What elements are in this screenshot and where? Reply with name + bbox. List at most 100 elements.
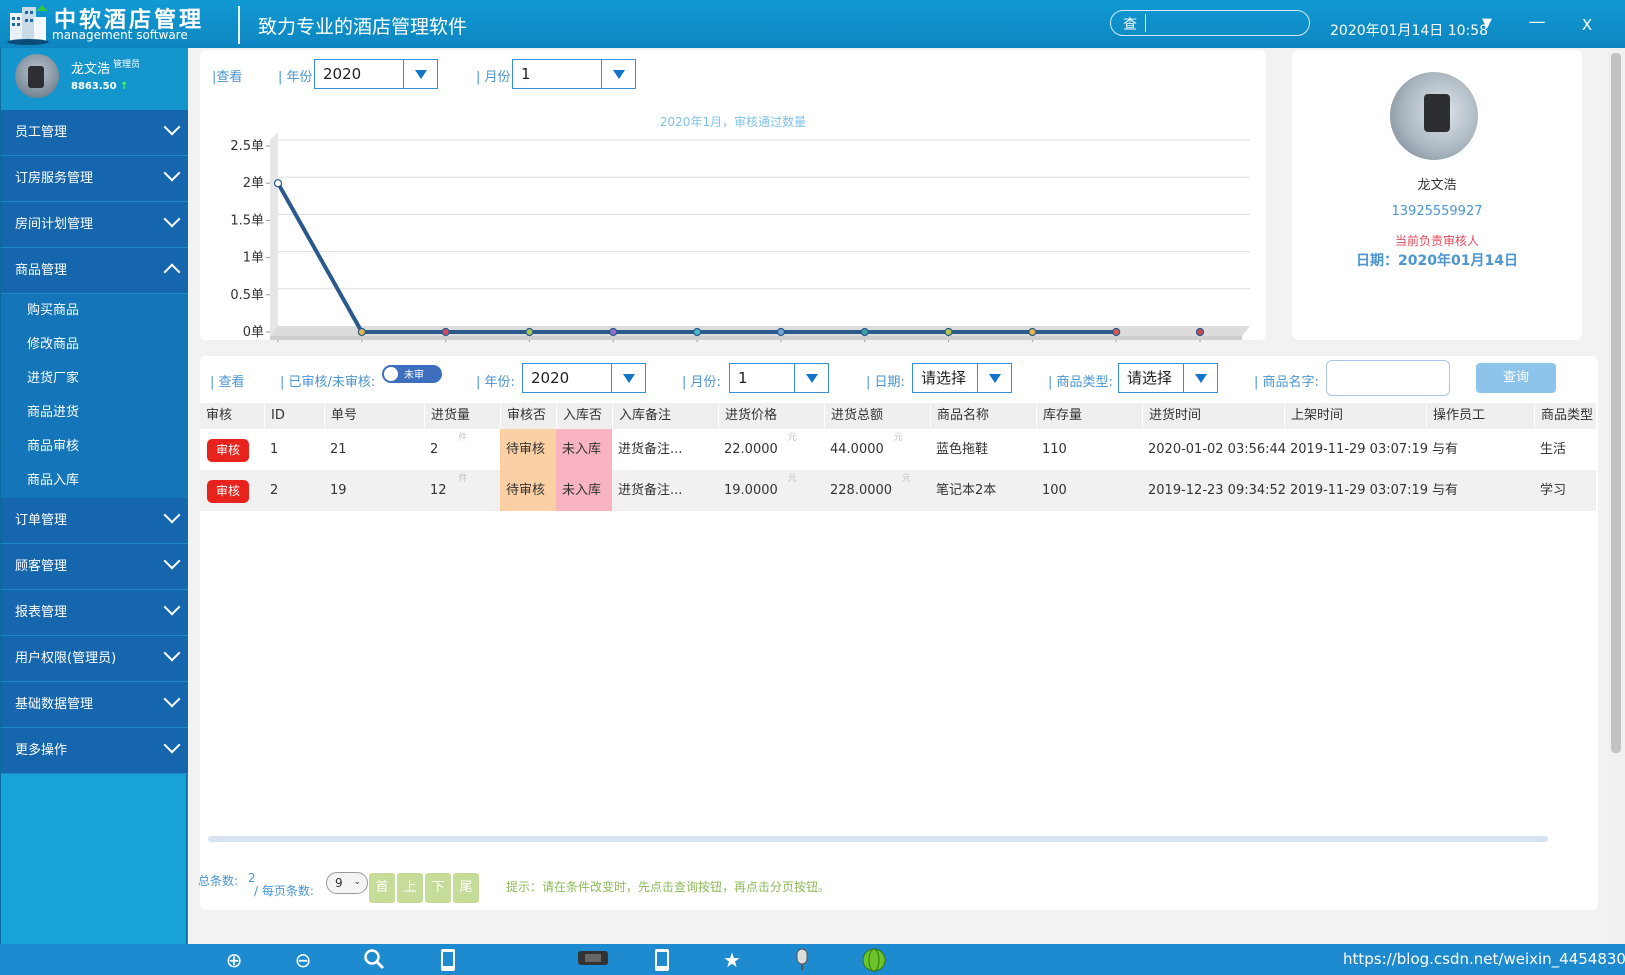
- query-button[interactable]: 查询: [1476, 363, 1556, 393]
- balance-up-icon: ↑: [120, 81, 129, 92]
- search-icon[interactable]: [362, 948, 386, 972]
- chevron-down-icon[interactable]: [1183, 364, 1217, 392]
- unit-label: 件: [458, 474, 468, 484]
- sidebar-item-label: 顾客管理: [15, 559, 68, 574]
- globe-icon[interactable]: [862, 948, 886, 972]
- col-header-operator[interactable]: 操作员工: [1426, 403, 1534, 429]
- col-header-total[interactable]: 进货总额: [824, 403, 930, 429]
- text-cursor: [1145, 14, 1146, 32]
- zoom-in-icon[interactable]: ⊕: [222, 948, 246, 972]
- first-page-button[interactable]: 首: [369, 873, 395, 903]
- table-horizontal-scrollbar[interactable]: [208, 836, 1548, 842]
- reviewer-note: 当前负责审核人: [1394, 234, 1479, 248]
- filter-month-select[interactable]: 1: [729, 363, 829, 393]
- chevron-down-icon[interactable]: [794, 364, 828, 392]
- table-row[interactable]: 审核 1 21 2件 待审核 未入库 进货备注... 22.0000元 44.0…: [200, 429, 1596, 470]
- filter-type-select[interactable]: 请选择: [1118, 363, 1218, 393]
- chart-year-select[interactable]: 2020: [314, 59, 438, 89]
- submenu-item-purchase[interactable]: 商品进货: [1, 396, 188, 430]
- sidebar-item-goods[interactable]: 商品管理: [1, 248, 188, 294]
- prev-page-button[interactable]: 上: [397, 873, 423, 903]
- avatar[interactable]: [15, 54, 59, 98]
- col-header-inventory[interactable]: 库存量: [1036, 403, 1142, 429]
- sidebar-item-label: 订房服务管理: [15, 171, 94, 186]
- table-row[interactable]: 审核 2 19 12 件 待审核 未入库 进货备注... 19.0000 元 228…: [200, 470, 1596, 511]
- per-page-select[interactable]: 9 ⌄: [326, 872, 368, 894]
- submenu-item-edit-goods[interactable]: 修改商品: [1, 328, 188, 362]
- close-button[interactable]: X: [1572, 16, 1602, 34]
- col-header-audited[interactable]: 审核否: [500, 403, 556, 429]
- data-point: [1112, 327, 1121, 337]
- goods-submenu: 购买商品 修改商品 进货厂家 商品进货 商品审核 商品入库: [1, 294, 188, 498]
- submenu-item-stock-in[interactable]: 商品入库: [1, 464, 188, 498]
- page-vertical-scrollbar[interactable]: [1608, 48, 1625, 944]
- chevron-down-icon[interactable]: [977, 364, 1011, 392]
- chevron-down-icon[interactable]: [403, 60, 437, 88]
- col-header-stocked[interactable]: 入库否: [556, 403, 612, 429]
- cell-purchase-time: 2020-01-02 03:56:44: [1148, 442, 1287, 457]
- chevron-down-icon[interactable]: [601, 60, 635, 88]
- sidebar-item-reports[interactable]: 报表管理: [1, 590, 188, 636]
- filter-date-label: | 日期:: [866, 375, 905, 390]
- sidebar-item-permissions[interactable]: 用户权限(管理员): [1, 636, 188, 682]
- next-page-button[interactable]: 下: [425, 873, 451, 903]
- cell-remark: 进货备注...: [618, 483, 683, 498]
- device-icon[interactable]: [576, 948, 610, 972]
- minimize-button[interactable]: —: [1522, 12, 1552, 32]
- goods-name-input[interactable]: [1326, 360, 1450, 396]
- table-header: 审核 ID 单号 进货量 审核否 入库否 入库备注 进货价格 进货总额 商品名称…: [200, 403, 1596, 429]
- sidebar-item-more[interactable]: 更多操作: [1, 728, 188, 774]
- sidebar-item-booking[interactable]: 订房服务管理: [1, 156, 188, 202]
- search-icon[interactable]: 查: [1123, 14, 1137, 34]
- unit-label: 元: [787, 474, 797, 484]
- col-header-goods-type[interactable]: 商品类型: [1534, 403, 1596, 429]
- header-search-field[interactable]: 查: [1110, 10, 1310, 36]
- chart-month-select[interactable]: 1: [512, 59, 636, 89]
- chart-year-value: 2020: [323, 65, 362, 83]
- chevron-down-icon: [163, 736, 181, 754]
- star-icon[interactable]: ★: [720, 948, 744, 972]
- submenu-item-buy-goods[interactable]: 购买商品: [1, 294, 188, 328]
- data-point: [273, 179, 283, 188]
- sidebar-item-staff[interactable]: 员工管理: [1, 110, 188, 156]
- col-header-order-no[interactable]: 单号: [324, 403, 424, 429]
- price-value: 22.0000: [724, 442, 778, 457]
- mobile-icon[interactable]: [650, 948, 674, 972]
- user-role: 管理员: [113, 60, 141, 70]
- sidebar-item-label: 用户权限(管理员): [15, 651, 117, 666]
- filter-date-select[interactable]: 请选择: [912, 363, 1012, 393]
- sidebar-item-orders[interactable]: 订单管理: [1, 498, 188, 544]
- zoom-out-icon[interactable]: ⊖: [291, 948, 315, 972]
- col-header-price[interactable]: 进货价格: [718, 403, 824, 429]
- sidebar-item-customers[interactable]: 顾客管理: [1, 544, 188, 590]
- col-header-shelf-time[interactable]: 上架时间: [1284, 403, 1426, 429]
- y-tick-label: 2单: [243, 176, 264, 191]
- submenu-item-audit[interactable]: 商品审核: [1, 430, 188, 464]
- filter-year-select[interactable]: 2020: [522, 363, 646, 393]
- sidebar-item-label: 更多操作: [15, 743, 68, 758]
- sidebar-item-base-data[interactable]: 基础数据管理: [1, 682, 188, 728]
- price-value: 19.0000: [724, 483, 778, 498]
- last-page-button[interactable]: 尾: [453, 873, 479, 903]
- data-point: [860, 327, 869, 337]
- col-header-goods-name[interactable]: 商品名称: [930, 403, 1036, 429]
- col-header-id[interactable]: ID: [264, 403, 324, 429]
- col-header-remark[interactable]: 入库备注: [612, 403, 718, 429]
- submenu-item-suppliers[interactable]: 进货厂家: [1, 362, 188, 396]
- audit-button[interactable]: 审核: [207, 480, 249, 503]
- microphone-icon[interactable]: [790, 948, 814, 972]
- col-header-purchase-time[interactable]: 进货时间: [1142, 403, 1284, 429]
- audit-button[interactable]: 审核: [207, 439, 249, 462]
- phone-icon[interactable]: [436, 948, 460, 972]
- toggle-knob: [384, 367, 398, 381]
- audit-status-toggle[interactable]: 未审: [382, 365, 442, 383]
- audit-cell: 审核: [200, 429, 264, 470]
- cell-operator: 与有: [1432, 442, 1459, 457]
- chevron-down-icon[interactable]: [611, 364, 645, 392]
- scrollbar-thumb[interactable]: [1611, 53, 1621, 753]
- col-header-qty[interactable]: 进货量: [424, 403, 500, 429]
- dropdown-icon[interactable]: ▼: [1472, 16, 1502, 31]
- col-header-audit[interactable]: 审核: [200, 403, 264, 429]
- cell-audit-status: 待审核: [500, 470, 556, 511]
- sidebar-item-room-plan[interactable]: 房间计划管理: [1, 202, 188, 248]
